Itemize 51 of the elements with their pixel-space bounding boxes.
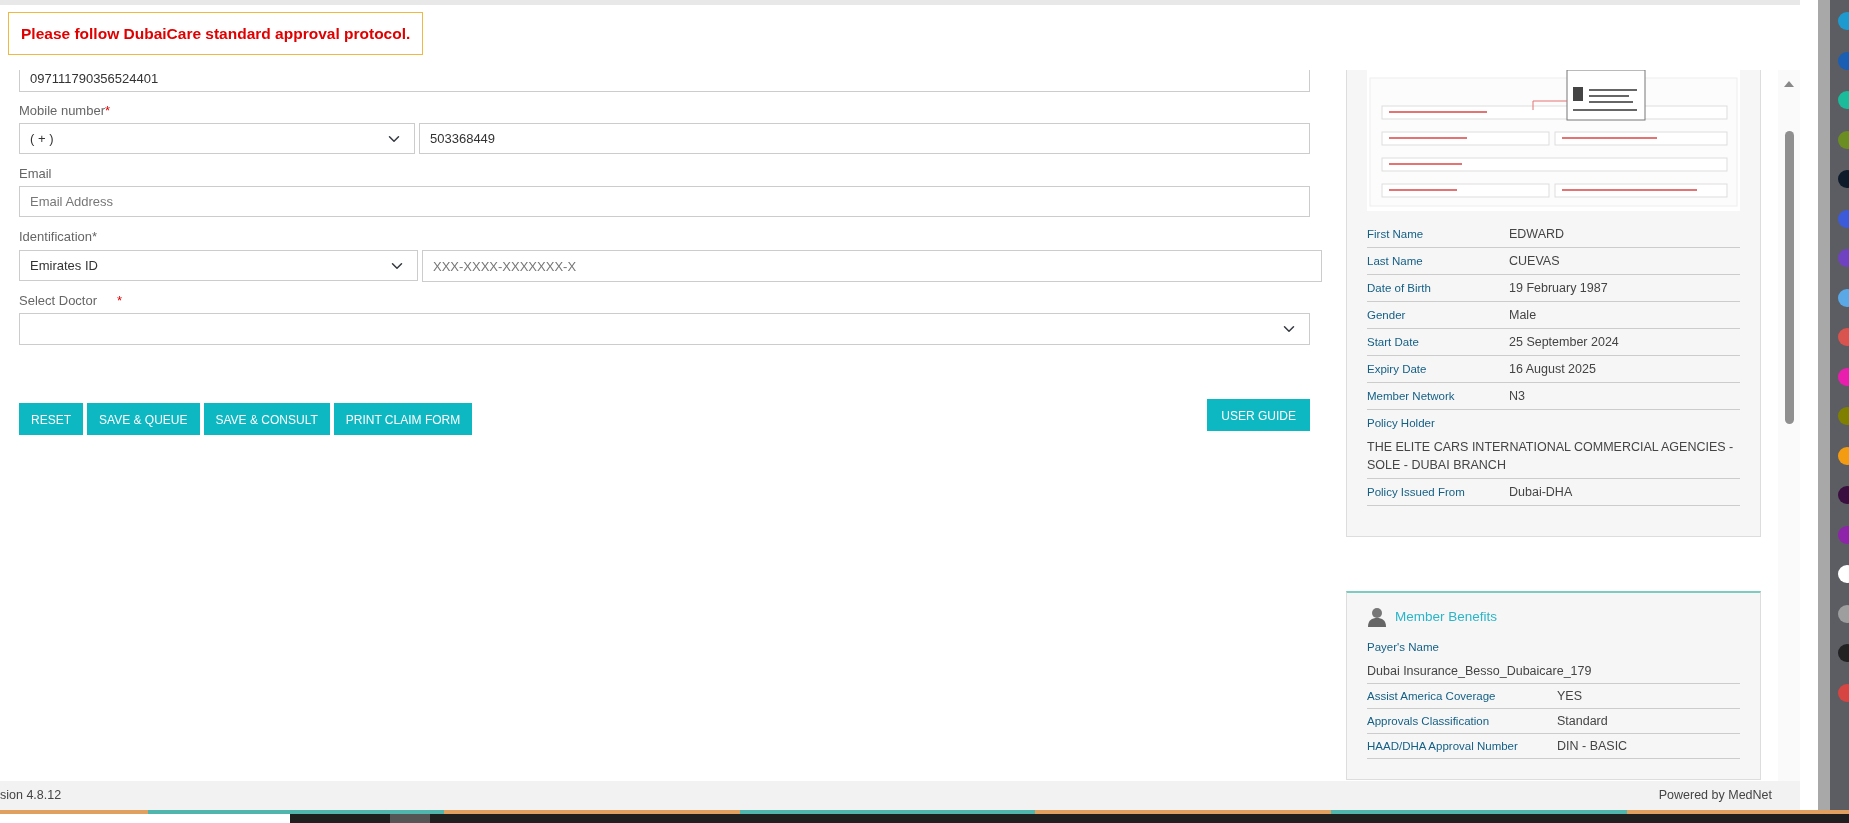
field-value: Standard — [1557, 713, 1608, 731]
field-value: N3 — [1509, 388, 1525, 405]
field-value: Dubai Insurance_Besso_Dubaicare_179 — [1367, 663, 1592, 681]
field-label: Member Network — [1367, 389, 1456, 404]
country-code-select[interactable]: ( + ) — [19, 123, 415, 154]
field-value: 19 February 1987 — [1509, 280, 1608, 297]
field-value: 25 September 2024 — [1509, 334, 1619, 351]
mobile-number-field[interactable]: 503368449 — [419, 123, 1310, 154]
user-guide-button[interactable]: USER GUIDE — [1207, 399, 1310, 431]
identification-type-select[interactable]: Emirates ID — [19, 250, 418, 281]
field-value: 16 August 2025 — [1509, 361, 1596, 378]
powered-by-text: Powered by MedNet — [1658, 787, 1772, 805]
action-button[interactable]: PRINT CLAIM FORM — [333, 403, 473, 435]
email-field[interactable]: Email Address — [19, 186, 1310, 217]
scrollbar[interactable] — [1778, 70, 1800, 781]
scroll-thumb[interactable] — [1784, 131, 1794, 424]
field-label: HAAD/DHA Approval Number — [1367, 739, 1519, 755]
field-value: Dubai-DHA — [1509, 484, 1573, 501]
field-label: Identification* — [19, 228, 98, 246]
field-label: Select Doctor — [19, 292, 98, 310]
field-label: Start Date — [1367, 335, 1420, 350]
required-mark: * — [105, 102, 111, 120]
field-label: Mobile number — [19, 102, 105, 120]
field-value: THE ELITE CARS INTERNATIONAL COMMERCIAL AGENCIES - SOLE - DUBAI BRANCH — [1367, 439, 1735, 474]
required-mark: * — [117, 292, 123, 310]
field-label: Assist America Coverage — [1367, 689, 1497, 705]
alert-message: Please follow DubaiCare standard approval protocol. — [8, 12, 424, 56]
user-icon — [1367, 607, 1387, 628]
card-number-field[interactable]: 097111790356524401 — [19, 70, 1310, 92]
field-value: EDWARD — [1509, 226, 1565, 243]
field-label: First Name — [1367, 227, 1425, 242]
action-button[interactable]: RESET — [19, 403, 83, 435]
field-value: Male — [1509, 307, 1537, 324]
version-text: sion 4.8.12 — [0, 787, 62, 805]
field-label: Date of Birth — [1367, 281, 1432, 296]
field-value: DIN - BASIC — [1557, 738, 1628, 756]
field-label: Payer's Name — [1367, 640, 1439, 656]
field-value: CUEVAS — [1509, 253, 1560, 270]
field-label: Email — [19, 165, 52, 183]
scroll-up-icon[interactable] — [1784, 80, 1794, 87]
field-label: Approvals Classification — [1367, 714, 1491, 730]
action-button[interactable]: SAVE & QUEUE — [87, 403, 200, 435]
field-label: Expiry Date — [1367, 362, 1428, 377]
field-value: YES — [1557, 688, 1582, 706]
field-label: Policy Holder — [1367, 416, 1435, 431]
panel-title: Member Benefits — [1395, 608, 1498, 626]
field-label: Last Name — [1367, 254, 1424, 269]
field-label: Policy Issued From — [1367, 485, 1466, 500]
identification-number-field[interactable]: XXX-XXXX-XXXXXXX-X — [422, 250, 1322, 282]
field-label: Gender — [1367, 308, 1407, 323]
action-button[interactable]: SAVE & CONSULT — [203, 403, 330, 435]
